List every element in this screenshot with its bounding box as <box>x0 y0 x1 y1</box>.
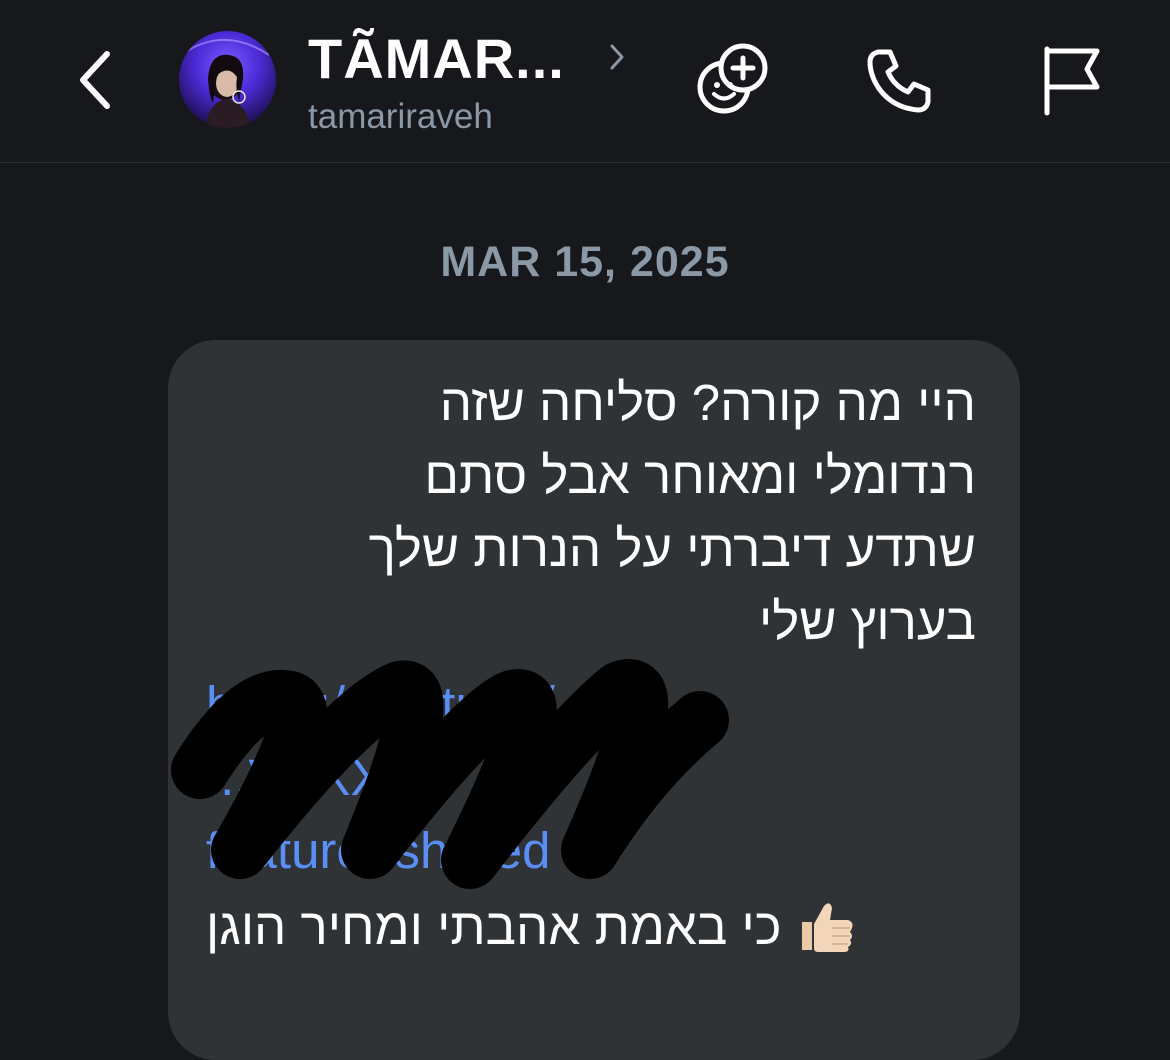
message-line: רנדומלי ומאוחר אבל סתם <box>424 447 976 504</box>
add-people-icon <box>697 43 768 114</box>
message-closing-line: כי באמת אהבתי ומחיר הוגן <box>206 890 976 963</box>
chevron-left-icon <box>80 51 110 109</box>
message-text: היי מה קורה? סליחה שזה רנדומלי ומאוחר אב… <box>206 366 976 658</box>
back-button[interactable] <box>62 38 128 122</box>
message-line: היי מה קורה? סליחה שזה <box>439 374 976 431</box>
contact-name[interactable]: TÃMAR... <box>308 26 565 91</box>
avatar[interactable] <box>179 31 276 128</box>
call-button[interactable] <box>858 38 942 122</box>
report-button[interactable] <box>1026 38 1110 122</box>
message-line: שתדע דיברתי על הנרות שלך <box>368 520 976 577</box>
chevron-right-icon[interactable] <box>604 42 630 72</box>
add-people-button[interactable] <box>690 38 774 122</box>
redaction-scribble <box>171 659 729 889</box>
message-closing-text: כי באמת אהבתי ומחיר הוגן <box>206 898 782 955</box>
avatar-photo <box>186 39 270 128</box>
date-separator: MAR 15, 2025 <box>440 238 730 286</box>
contact-handle: tamariraveh <box>308 97 493 136</box>
phone-icon <box>867 49 931 113</box>
flag-icon <box>1044 46 1100 116</box>
conversation-header: TÃMAR... tamariraveh <box>0 0 1170 163</box>
thumbs-up-icon <box>801 903 853 952</box>
message-line: בערוץ שלי <box>758 593 976 650</box>
